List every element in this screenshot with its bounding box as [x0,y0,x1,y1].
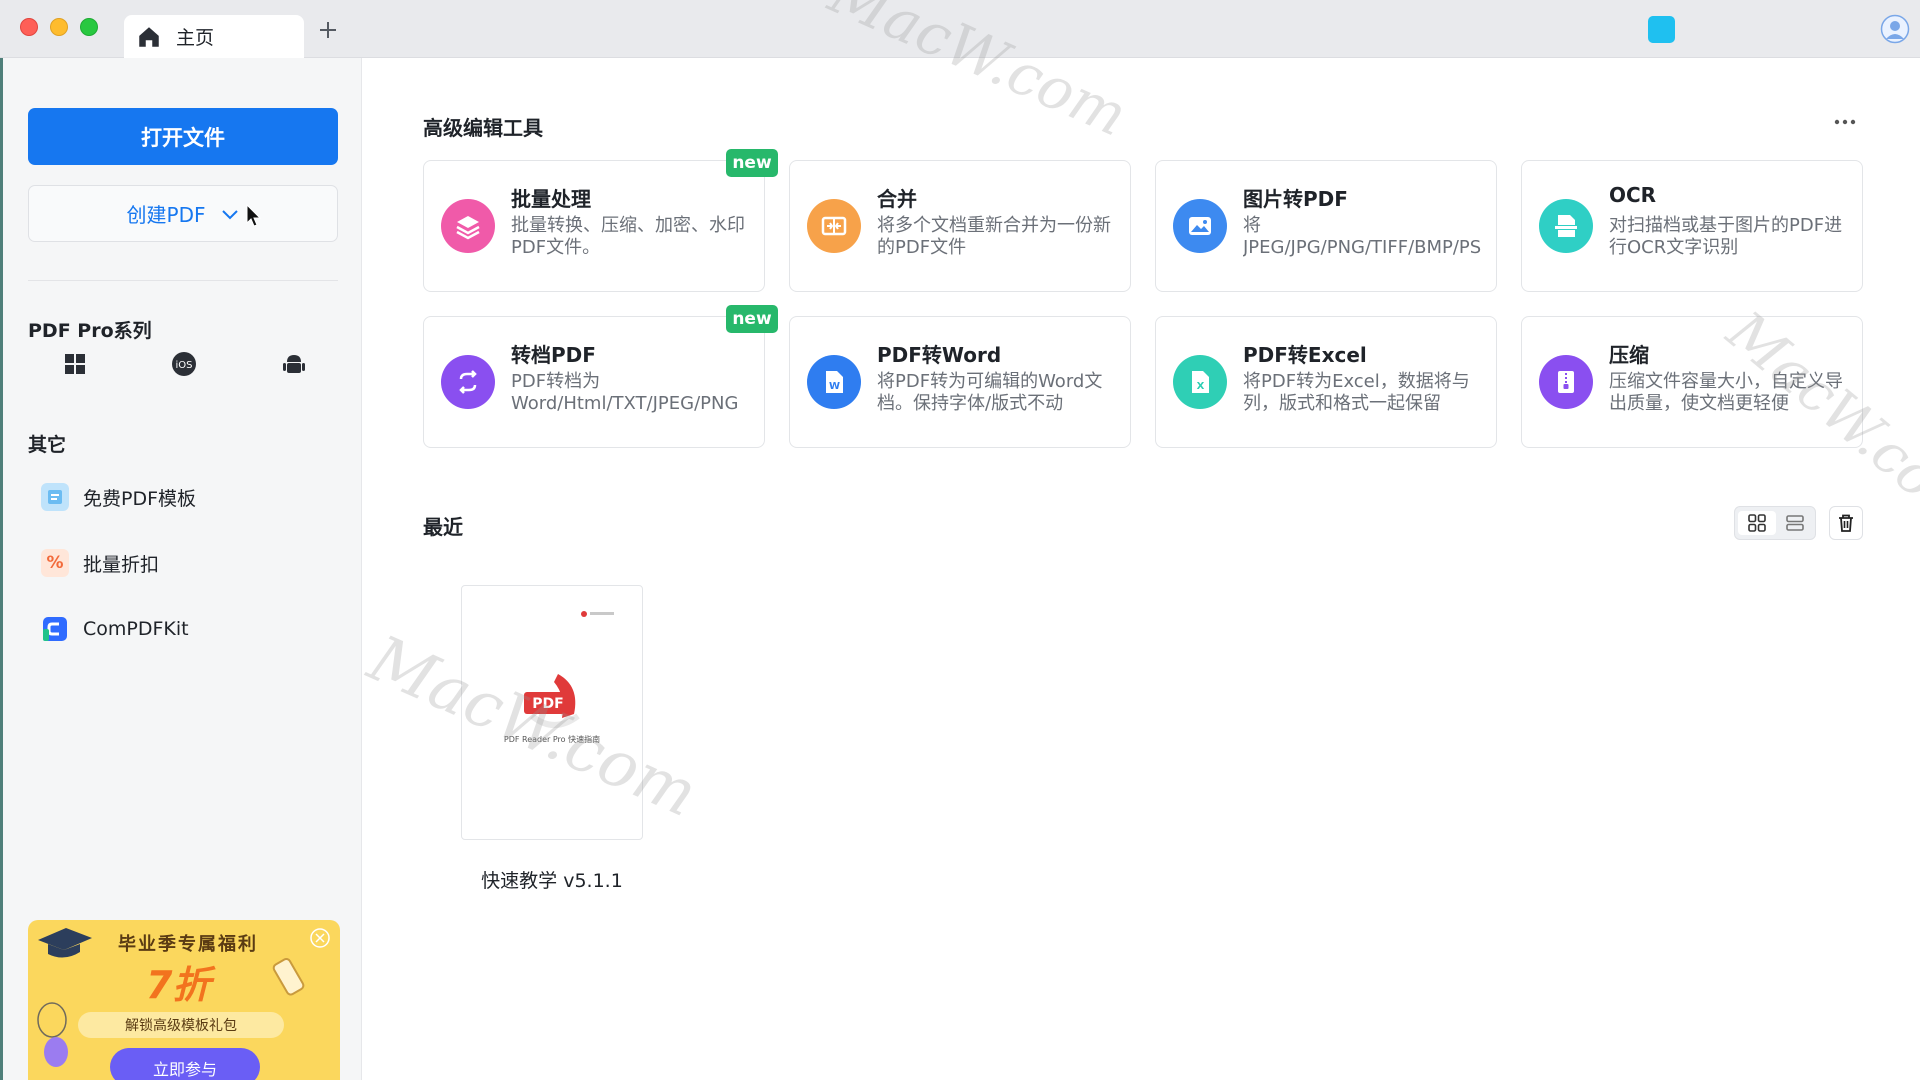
sidebar-item-templates[interactable]: 免费PDF模板 [41,480,196,514]
tool-title: 合并 [877,187,917,211]
tool-title: PDF转Word [877,343,1002,367]
tool-card-pdf-to-excel[interactable]: X PDF转Excel 将PDF转为Excel，数据将与列，版式和格式一起保留 [1155,316,1497,448]
tool-card-batch[interactable]: 批量处理 批量转换、压缩、加密、水印PDF文件。 [423,160,765,292]
create-pdf-label: 创建PDF [126,203,206,227]
graduation-cap-icon [38,928,92,958]
tool-description: 将PDF转为可编辑的Word文档。保持字体/版式不动 [877,371,1103,414]
close-window-button[interactable] [20,18,38,36]
tool-title: 压缩 [1609,343,1649,367]
recent-file-thumbnail[interactable]: PDF PDF Reader Pro 快速指南 [461,585,643,840]
promo-headline: 毕业季专属福利 [118,934,258,955]
tool-title: 转档PDF [511,343,596,367]
others-section-title: 其它 [28,434,67,456]
tool-card-merge[interactable]: 合并 将多个文档重新合并为一份新的PDF文件 [789,160,1131,292]
sidebar-item-label: ComPDFKit [83,618,189,640]
ocr-icon [1539,199,1593,253]
tool-card-ocr[interactable]: OCR 对扫描档或基于图片的PDF进行OCR文字识别 [1521,160,1863,292]
trash-icon [1839,514,1853,532]
minimize-window-button[interactable] [50,18,68,36]
home-icon [139,26,159,47]
open-file-button[interactable]: 打开文件 [28,108,338,165]
tool-description: 批量转换、压缩、加密、水印PDF文件。 [511,215,745,258]
list-view-icon [1786,515,1804,531]
convert-icon [441,355,495,409]
brand-logo-icon[interactable] [1648,16,1675,43]
tool-description: 将多个文档重新合并为一份新的PDF文件 [877,215,1111,258]
compress-icon [1539,355,1593,409]
tool-card-convert[interactable]: 转档PDF PDF转档为Word/Html/TXT/JPEG/PNG格式 [423,316,765,448]
svg-text:X: X [1197,381,1205,392]
word-icon: W [807,355,861,409]
user-avatar-icon[interactable] [1880,14,1910,44]
promo-banner[interactable]: 毕业季专属福利 7折 解锁高级模板礼包 立即参与 [28,920,340,1080]
sidebar-item-label: 免费PDF模板 [83,487,197,510]
list-view-button[interactable] [1776,511,1814,535]
svg-text:iOS: iOS [176,360,193,371]
image-icon [1173,199,1227,253]
tool-description: 将PDF转为Excel，数据将与列，版式和格式一起保留 [1243,371,1470,414]
discount-icon: % [41,549,69,577]
promo-discount: 7折 [146,963,211,1007]
tools-section-title: 高级编辑工具 [423,116,543,140]
promo-cta-button[interactable]: 立即参与 [110,1048,260,1080]
recent-file-name[interactable]: 快速教学 v5.1.1 [440,866,664,893]
tool-description: PDF转档为Word/Html/TXT/JPEG/PNG格式 [511,371,739,414]
series-section-title: PDF Pro系列 [28,320,152,342]
ios-icon[interactable]: iOS [170,350,198,378]
tool-description: 压缩文件容量大小，自定义导出质量，使文档更轻便 [1609,371,1843,414]
grid-view-icon [1748,514,1766,532]
promo-unlock-text: 解锁高级模板礼包 [78,1012,284,1038]
tool-card-compress[interactable]: 压缩 压缩文件容量大小，自定义导出质量，使文档更轻便 [1521,316,1863,448]
pdf-thumbnail-image: PDF PDF Reader Pro 快速指南 [504,611,614,744]
compdfkit-icon [41,615,69,643]
excel-icon: X [1173,355,1227,409]
new-tab-button[interactable] [316,18,340,42]
sidebar-item-label: 批量折扣 [83,553,160,576]
delete-recent-button[interactable] [1829,506,1863,540]
sidebar: 打开文件 创建PDF PDF Pro系列 iOS 其它 免费PDF模板 % 批量… [0,58,362,1080]
promo-close-icon[interactable] [310,928,330,948]
recent-section-title: 最近 [423,515,463,539]
sidebar-divider [28,280,338,281]
balloon-icon [37,1002,68,1067]
tool-title: 图片转PDF [1243,187,1348,211]
view-mode-toggle [1734,506,1816,540]
create-pdf-dropdown[interactable]: 创建PDF [28,185,338,242]
tool-card-image-to-pdf[interactable]: 图片转PDF 将JPEG/JPG/PNG/TIFF/BMP/PSD等图片格式转.… [1155,160,1497,292]
mouse-cursor-icon [246,204,262,227]
new-badge: new [726,149,778,177]
template-icon [41,483,69,511]
android-icon[interactable] [280,350,308,378]
batch-icon [441,199,495,253]
tool-title: PDF转Excel [1243,343,1367,367]
zoom-window-button[interactable] [80,18,98,36]
tool-description: 将JPEG/JPG/PNG/TIFF/BMP/PSD等图片格式转... [1243,215,1483,258]
tab-label: 主页 [176,27,215,49]
title-bar: 主页 [0,0,1920,58]
tab-home[interactable]: 主页 [124,15,304,58]
svg-text:W: W [829,381,840,392]
new-badge: new [726,305,778,333]
sidebar-item-discount[interactable]: % 批量折扣 [41,546,159,580]
thumbnail-caption: PDF Reader Pro 快速指南 [504,734,600,744]
sidebar-item-compdfkit[interactable]: ComPDFKit [41,612,189,646]
thumbnail-logo-text: PDF [532,696,563,712]
diploma-icon [272,957,305,996]
tool-title: OCR [1609,183,1657,207]
merge-icon [807,199,861,253]
chevron-down-icon [222,209,239,219]
grid-view-button[interactable] [1738,511,1776,535]
windows-icon[interactable] [61,350,89,378]
more-options-icon[interactable] [1834,118,1856,126]
tool-title: 批量处理 [511,187,591,211]
tool-description: 对扫描档或基于图片的PDF进行OCR文字识别 [1609,215,1843,258]
tool-card-pdf-to-word[interactable]: W PDF转Word 将PDF转为可编辑的Word文档。保持字体/版式不动 [789,316,1131,448]
